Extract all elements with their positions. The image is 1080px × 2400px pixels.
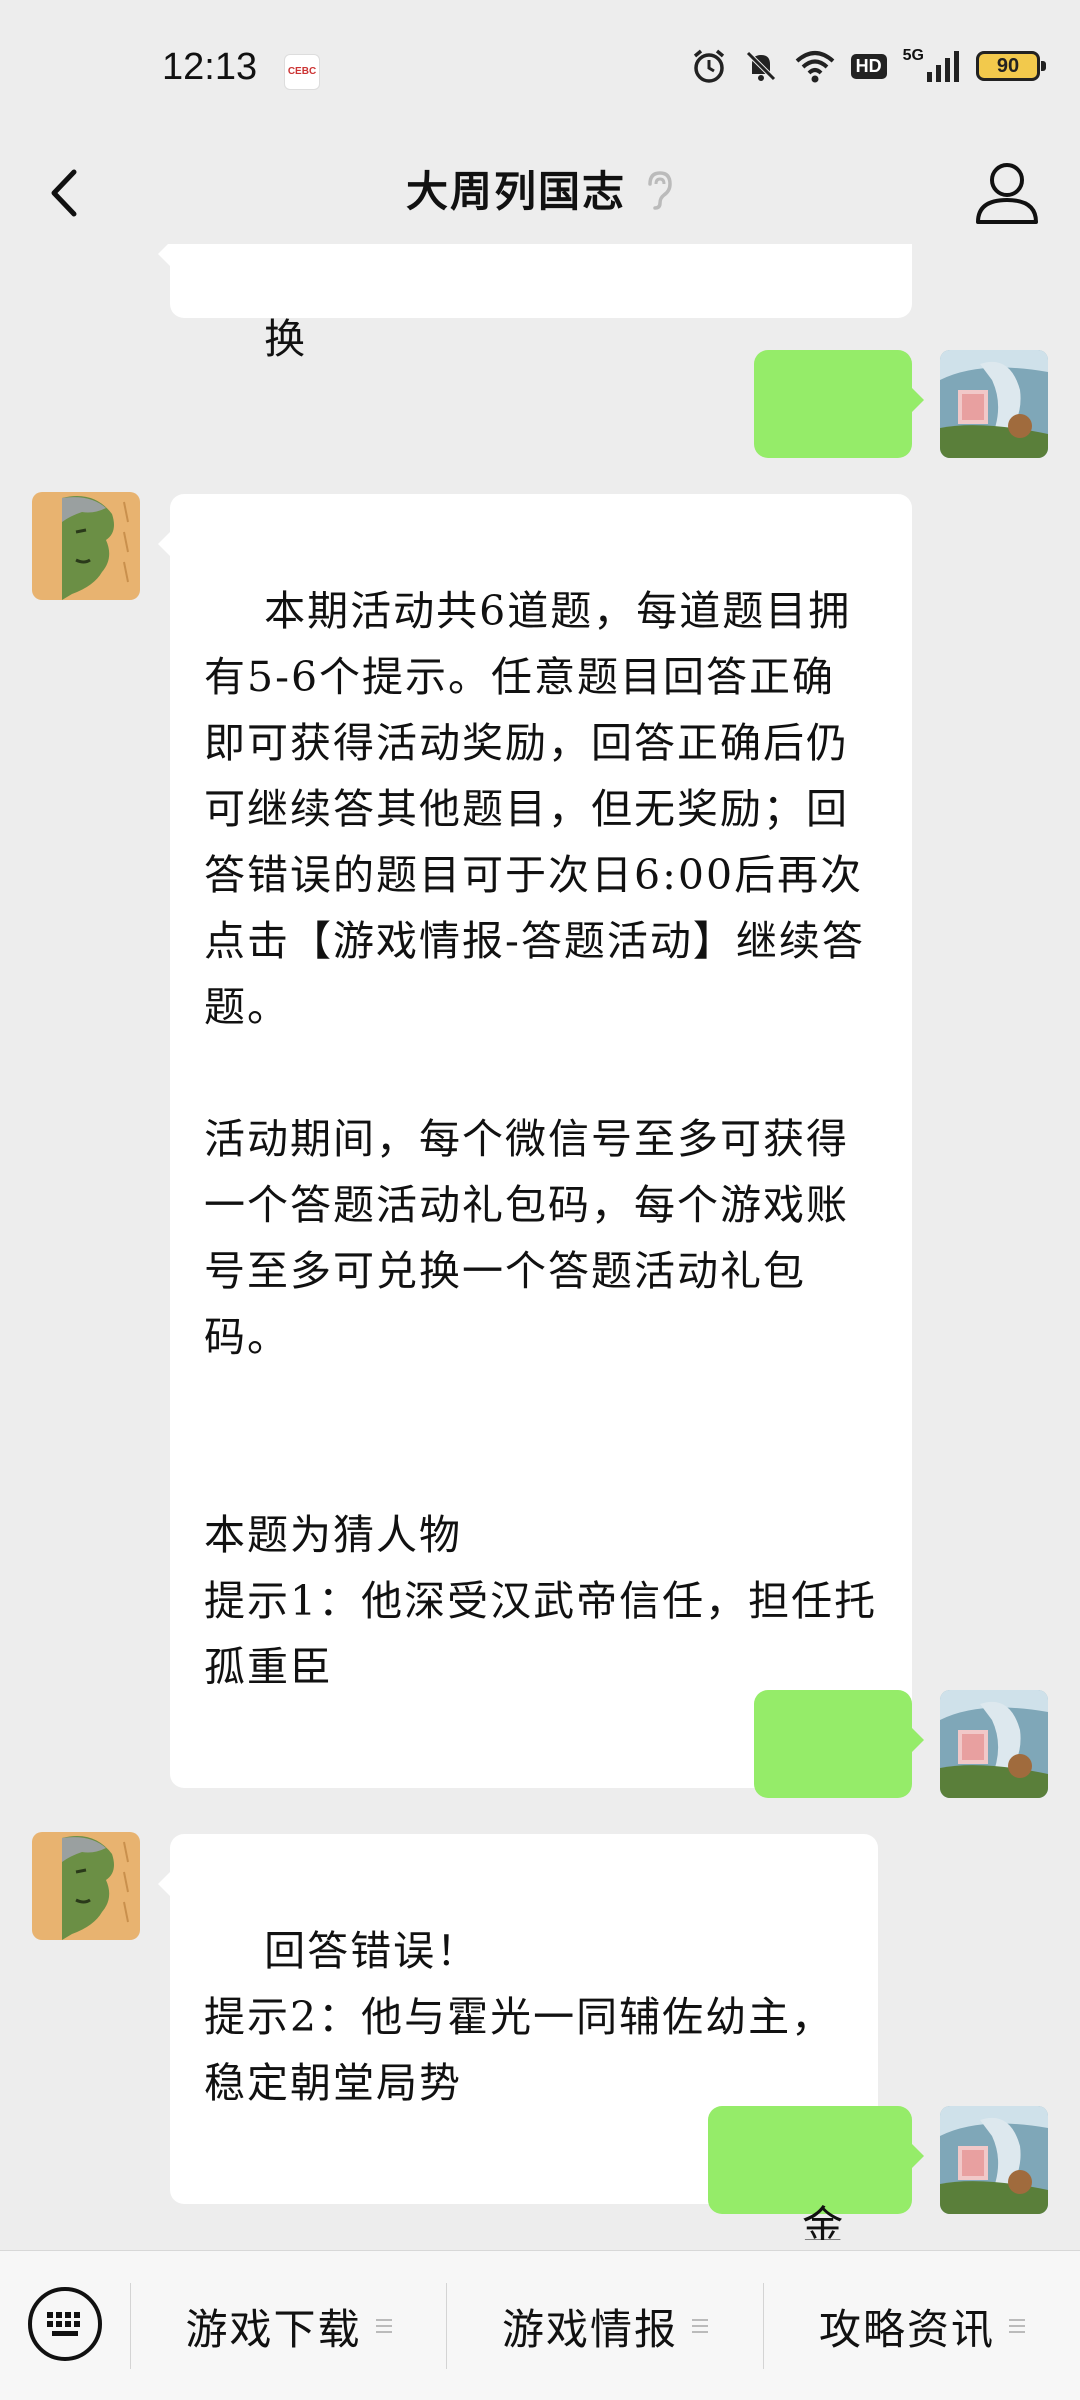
my-avatar[interactable] <box>940 2106 1048 2214</box>
submenu-lines-icon <box>375 2315 392 2337</box>
message-text: 换 <box>264 315 308 363</box>
menu-label: 游戏情报 <box>501 2304 678 2354</box>
status-icons: HD 5G 90 <box>691 47 1046 84</box>
alarm-icon <box>693 49 724 83</box>
message-bubble-incoming[interactable]: 换 <box>158 244 912 363</box>
bot-avatar[interactable] <box>32 1832 140 1940</box>
menu-game-download[interactable]: 游戏下载 <box>131 2251 446 2400</box>
message-text: 回答错误！ 提示2：他与霍光一同辅佐幼主，稳定朝堂局势 <box>204 1927 835 2107</box>
my-avatar[interactable] <box>940 1690 1048 1798</box>
message-bubble-outgoing[interactable]: 金日磾 <box>708 2106 924 2240</box>
menu-game-intel[interactable]: 游戏情报 <box>447 2251 763 2400</box>
network-type-label: 5G <box>902 47 924 64</box>
menu-label: 攻略资讯 <box>818 2304 995 2354</box>
submenu-lines-icon <box>1009 2315 1025 2337</box>
message-bubble-outgoing[interactable]: 霍光 <box>754 1690 924 1900</box>
menu-label: 游戏下载 <box>185 2304 362 2354</box>
message-bubble-incoming[interactable]: 本期活动共6道题，每道题目拥有5-6个提示。任意题目回答正确即可获得活动奖励，回… <box>158 494 912 1788</box>
menu-strategy-news[interactable]: 攻略资讯 <box>764 2251 1080 2400</box>
message-text: 本期活动共6道题，每道题目拥有5-6个提示。任意题目回答正确即可获得活动奖励，回… <box>204 587 878 1691</box>
status-time: 12:13 <box>162 46 258 88</box>
ear-icon <box>644 170 674 220</box>
chat-title-wrap: 大周列国志 <box>0 158 1080 220</box>
hd-badge: HD <box>850 53 887 79</box>
mute-bell-icon <box>745 51 776 81</box>
chat-header: 大周列国志 <box>0 140 1080 244</box>
chat-title: 大周列国志 <box>405 167 626 216</box>
chat-profile-button[interactable] <box>964 150 1050 236</box>
signal-icon <box>927 51 959 82</box>
status-bar: 12:13 CEBC HD 5G 90 <box>0 0 1080 140</box>
message-bubble-outgoing[interactable]: 答题 <box>754 350 924 560</box>
wifi-icon <box>795 51 834 83</box>
message-list[interactable]: 换 答题 本期活动共6道题，每道题目拥有5-6个提示。任意题目回答正确即可获得活… <box>0 244 1080 2240</box>
user-icon <box>976 163 1038 224</box>
official-account-menu-bar: 游戏下载 游戏情报 攻略资讯 <box>0 2250 1080 2400</box>
app-notification-icon: CEBC <box>284 54 320 90</box>
submenu-lines-icon <box>692 2315 708 2337</box>
message-text: 金日磾 <box>802 2202 846 2240</box>
bot-avatar[interactable] <box>32 492 140 600</box>
my-avatar[interactable] <box>940 350 1048 458</box>
battery-indicator: 90 <box>976 51 1046 81</box>
keyboard-toggle-button[interactable] <box>26 2285 104 2363</box>
keyboard-icon <box>28 2287 102 2361</box>
